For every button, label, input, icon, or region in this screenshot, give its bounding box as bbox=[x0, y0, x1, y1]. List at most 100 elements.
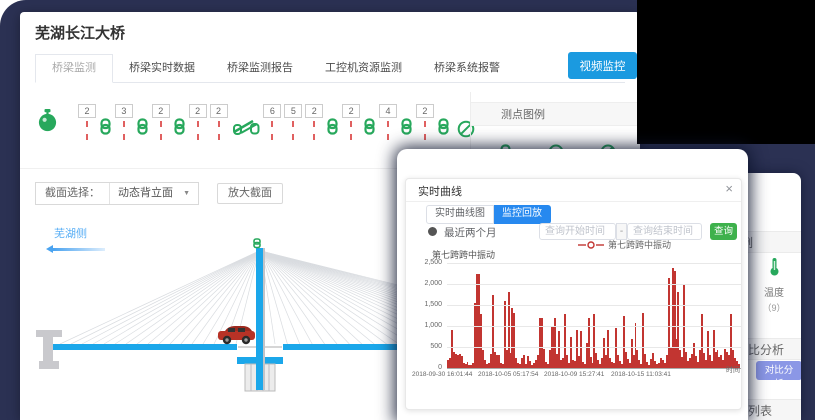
y-tick-label: 2,500 bbox=[410, 259, 442, 266]
close-icon[interactable]: × bbox=[725, 181, 733, 197]
sensor-count-badge: 2 bbox=[416, 104, 434, 118]
chain-link-icon[interactable] bbox=[400, 118, 413, 140]
sensor-count-group: 2 bbox=[152, 104, 170, 140]
x-tick-label: 2018-10-09 15:27:41 bbox=[544, 371, 604, 378]
bearing-joint-icon[interactable] bbox=[231, 116, 261, 140]
realtime-curve-dialog: 实时曲线 × 实时曲线图监控回放 最近两个月 - 查询 第七跨跨中振动 bbox=[405, 178, 742, 410]
sensor-count-badge: 6 bbox=[263, 104, 281, 118]
temperature-measure-point[interactable]: 温度 （9） bbox=[750, 257, 798, 314]
chain-link-icon[interactable] bbox=[363, 118, 376, 140]
chain-link-icon[interactable] bbox=[136, 118, 149, 140]
sensor-count-group: 2 bbox=[189, 104, 207, 140]
sensor-count-group: 2 bbox=[416, 104, 434, 140]
stopwatch-icon[interactable] bbox=[36, 108, 59, 138]
temperature-label: 温度 bbox=[750, 284, 798, 299]
sensor-dash-line bbox=[350, 121, 352, 140]
sensor-count-group: 6 bbox=[263, 104, 281, 140]
sensor-count-group: 2 bbox=[78, 104, 96, 140]
dialog-tab[interactable]: 实时曲线图 bbox=[426, 205, 494, 224]
section-select-label: 截面选择： bbox=[36, 183, 110, 204]
temperature-count: （9） bbox=[750, 301, 798, 314]
y-tick-label: 0 bbox=[410, 364, 442, 371]
sensor-count-badge: 2 bbox=[210, 104, 228, 118]
y-tick-label: 1,000 bbox=[410, 322, 442, 329]
sensor-count-badge: 2 bbox=[189, 104, 207, 118]
sensor-dash-line bbox=[387, 121, 389, 140]
sensor-dash-line bbox=[160, 121, 162, 140]
sensor-count-badge: 5 bbox=[284, 104, 302, 118]
sensor-dash-line bbox=[218, 121, 220, 140]
bar-series bbox=[447, 263, 741, 368]
section-controls: 截面选择： 动态背立面 ▼ 放大截面 bbox=[35, 182, 283, 205]
sensor-dash-line bbox=[271, 121, 273, 140]
sensor-count-group: 2 bbox=[305, 104, 323, 140]
chevron-down-icon: ▼ bbox=[183, 183, 190, 204]
main-tabbar: 桥梁监测桥梁实时数据桥梁监测报告工控机资源监测桥梁系统报警 bbox=[35, 54, 625, 83]
legend-series-label: 第七跨跨中振动 bbox=[608, 238, 671, 251]
x-tick-label: 2018-10-15 11:03:41 bbox=[611, 371, 671, 378]
dialog-title: 实时曲线 bbox=[418, 183, 462, 199]
page-title: 芜湖长江大桥 bbox=[35, 22, 125, 43]
dialog-tabbar: 实时曲线图监控回放 bbox=[426, 205, 551, 224]
chart-legend[interactable]: 第七跨跨中振动 bbox=[578, 238, 671, 251]
chain-link-icon[interactable] bbox=[99, 118, 112, 140]
sensor-dash-line bbox=[86, 121, 88, 140]
chain-link-icon[interactable] bbox=[437, 118, 450, 140]
sensor-count-group: 2 bbox=[342, 104, 360, 140]
gridline bbox=[447, 263, 741, 264]
dialog-header: 实时曲线 × bbox=[406, 179, 741, 202]
redacted-region bbox=[637, 0, 815, 144]
gridline bbox=[447, 284, 741, 285]
sensor-status-bar: 23222652242 bbox=[20, 96, 490, 144]
gridline bbox=[447, 347, 741, 348]
section-select-dropdown[interactable]: 动态背立面 ▼ bbox=[110, 183, 198, 204]
main-tab[interactable]: 桥梁监测 bbox=[35, 54, 113, 83]
sensor-count-group: 5 bbox=[284, 104, 302, 140]
y-tick-label: 2,000 bbox=[410, 280, 442, 287]
sensor-count-badge: 2 bbox=[152, 104, 170, 118]
sensor-dash-line bbox=[292, 121, 294, 140]
x-tick-label: 2018-09-30 16:01:44 bbox=[412, 371, 472, 378]
query-button[interactable]: 查询 bbox=[710, 223, 737, 240]
x-tick-label: 2018-10-05 05:17:54 bbox=[478, 371, 538, 378]
main-tab[interactable]: 工控机资源监测 bbox=[309, 55, 418, 82]
sensor-dash-line bbox=[197, 121, 199, 140]
section-select-value: 动态背立面 bbox=[118, 183, 173, 204]
enlarge-section-button[interactable]: 放大截面 bbox=[217, 183, 283, 204]
sensor-dash-line bbox=[424, 121, 426, 140]
main-tab[interactable]: 桥梁实时数据 bbox=[113, 55, 211, 82]
y-tick-label: 1,500 bbox=[410, 301, 442, 308]
sensor-count-badge: 3 bbox=[115, 104, 133, 118]
sensor-dash-line bbox=[123, 121, 125, 140]
screenshot-canvas: 芜湖长江大桥 桥梁监测桥梁实时数据桥梁监测报告工控机资源监测桥梁系统报警 视频监… bbox=[0, 0, 815, 420]
chain-link-icon[interactable] bbox=[326, 118, 339, 140]
sensor-item-list: 23222652242 bbox=[78, 96, 450, 140]
query-controls-row: 最近两个月 - 查询 bbox=[406, 223, 741, 241]
sensor-dash-line bbox=[313, 121, 315, 140]
sensor-count-group: 4 bbox=[379, 104, 397, 140]
dialog-tab[interactable]: 监控回放 bbox=[494, 205, 551, 224]
main-tab[interactable]: 桥梁监测报告 bbox=[211, 55, 309, 82]
gridline bbox=[447, 305, 741, 306]
x-axis-title: 时间 bbox=[726, 365, 740, 375]
recent-two-months-radio[interactable] bbox=[428, 227, 437, 236]
sensor-count-badge: 2 bbox=[78, 104, 96, 118]
section-select-group: 截面选择： 动态背立面 ▼ bbox=[35, 182, 199, 205]
compare-analysis-button[interactable]: 对比分析 bbox=[756, 361, 801, 380]
popup-window: 实时曲线 × 实时曲线图监控回放 最近两个月 - 查询 第七跨跨中振动 bbox=[397, 149, 748, 420]
vibration-chart-plot bbox=[447, 263, 741, 369]
sensor-count-group: 2 bbox=[210, 104, 228, 140]
legend-panel-title: 测点图例 bbox=[471, 102, 641, 126]
sensor-count-group: 3 bbox=[115, 104, 133, 140]
y-tick-label: 500 bbox=[410, 343, 442, 350]
sensor-count-badge: 4 bbox=[379, 104, 397, 118]
main-tab[interactable]: 桥梁系统报警 bbox=[418, 55, 516, 82]
video-monitor-button[interactable]: 视频监控 bbox=[568, 52, 637, 79]
recent-two-months-label: 最近两个月 bbox=[444, 225, 497, 240]
chain-link-icon[interactable] bbox=[173, 118, 186, 140]
sensor-count-badge: 2 bbox=[305, 104, 323, 118]
legend-marker-icon bbox=[578, 241, 604, 249]
thermometer-icon bbox=[769, 263, 780, 280]
gridline bbox=[447, 326, 741, 327]
sensor-count-badge: 2 bbox=[342, 104, 360, 118]
